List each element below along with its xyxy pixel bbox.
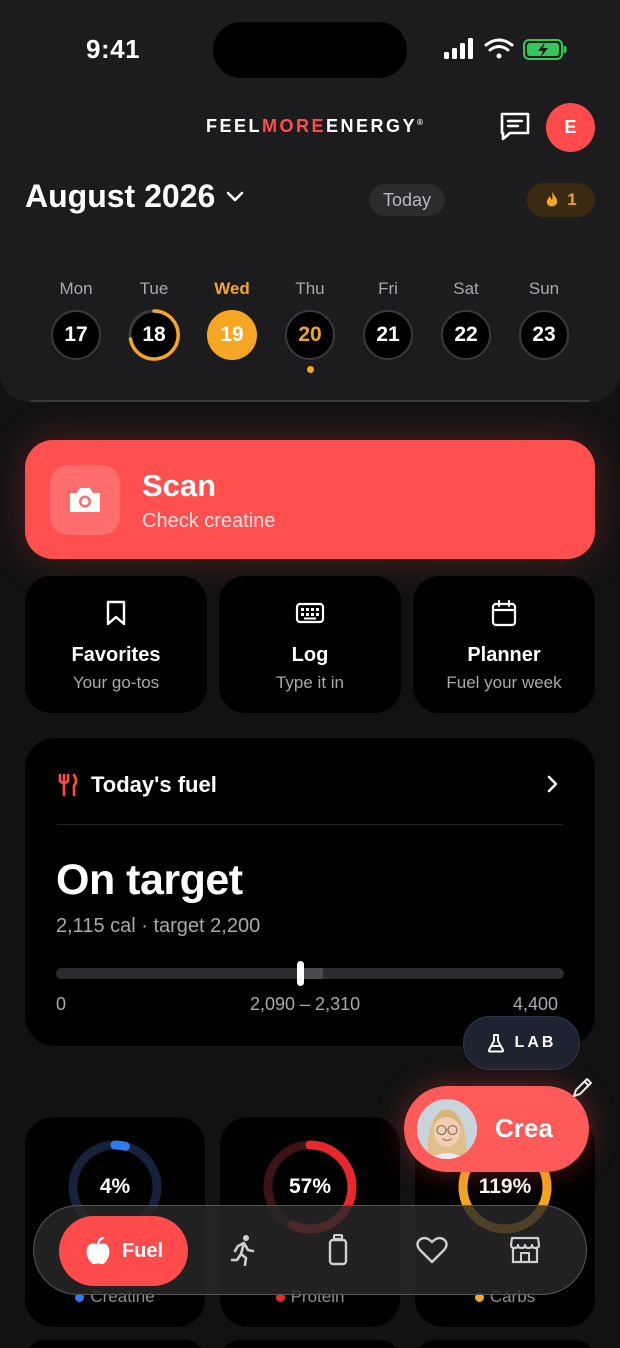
scan-title: Scan — [142, 468, 217, 503]
brand-logo: FEELMOREENERGY® — [206, 116, 426, 136]
tab-fuel[interactable]: Fuel — [59, 1216, 188, 1286]
planner-tile[interactable]: Planner Fuel your week — [413, 576, 595, 713]
keyboard-icon — [295, 598, 325, 628]
macro-percent: 57% — [288, 1175, 332, 1198]
status-time: 9:41 — [86, 34, 141, 64]
lab-button[interactable]: LAB — [463, 1016, 580, 1070]
today-button[interactable]: Today — [369, 184, 446, 216]
scale-min: 0 — [56, 994, 67, 1014]
calorie-marker — [296, 961, 304, 986]
chat-icon — [500, 112, 530, 141]
status-icons — [444, 36, 568, 64]
tile-subtitle: Your go-tos — [72, 673, 160, 692]
divider — [57, 824, 563, 825]
tile-title: Favorites — [71, 644, 161, 666]
messages-button[interactable] — [494, 106, 536, 148]
day-number: 23 — [519, 310, 569, 360]
apple-icon — [86, 1236, 110, 1265]
chevron-right-icon[interactable] — [545, 774, 559, 799]
day-number-text: 18 — [142, 323, 166, 346]
day-number: 19 — [207, 310, 257, 360]
macro-percent: 119% — [478, 1175, 532, 1198]
next-card-peek — [25, 1340, 205, 1348]
favorites-tile[interactable]: Favorites Your go-tos — [25, 576, 207, 713]
flame-icon — [547, 192, 558, 207]
bookmark-icon — [101, 598, 131, 628]
tile-title: Planner — [467, 644, 541, 666]
day-number: 17 — [51, 310, 101, 360]
event-dot — [306, 366, 314, 373]
flask-icon — [487, 1034, 504, 1053]
target-range-label: 2,090 – 2,310 — [250, 994, 361, 1014]
streak-count: 1 — [567, 190, 577, 209]
log-tile[interactable]: Log Type it in — [219, 576, 401, 713]
assistant-button[interactable]: Crea — [404, 1086, 589, 1172]
tile-title: Log — [291, 644, 329, 666]
next-card-peek — [415, 1340, 595, 1348]
scale-max: 4,400 — [513, 994, 559, 1014]
day-number: 21 — [363, 310, 413, 360]
bottle-icon — [328, 1234, 348, 1266]
scan-card[interactable]: Scan Check creatine — [25, 440, 595, 559]
next-card-peek — [220, 1340, 400, 1348]
edit-icon[interactable] — [570, 1076, 594, 1105]
signal-icon — [444, 38, 473, 59]
fuel-header: Today's fuel — [57, 772, 217, 798]
dynamic-island — [213, 22, 407, 78]
tab-activity[interactable] — [225, 1232, 261, 1268]
day-sat[interactable]: Sat 22 — [427, 278, 505, 360]
week-strip: Mon 17 Tue 18 Wed 19 Thu 20 Fri 21 Sat 2… — [37, 278, 583, 388]
day-number: 20 — [285, 310, 335, 360]
store-icon — [509, 1236, 541, 1264]
wifi-icon — [484, 38, 514, 59]
todays-fuel-card[interactable]: Today's fuel On target 2,115 cal · targe… — [25, 738, 595, 1046]
day-number: 18 — [128, 309, 180, 361]
tab-supplements[interactable] — [320, 1232, 356, 1268]
lab-label: LAB — [514, 1034, 557, 1051]
tab-health[interactable] — [414, 1232, 450, 1268]
day-number: 22 — [441, 310, 491, 360]
fork-knife-icon — [58, 773, 78, 797]
calendar-icon — [489, 598, 519, 628]
day-fri[interactable]: Fri 21 — [349, 278, 427, 360]
tab-bar: Fuel — [33, 1205, 587, 1295]
tile-subtitle: Fuel your week — [446, 673, 562, 692]
calorie-bar — [56, 961, 564, 986]
heart-icon — [416, 1236, 448, 1264]
tile-subtitle: Type it in — [275, 673, 345, 692]
month-label: August 2026 — [25, 178, 216, 214]
month-selector[interactable]: August 2026 — [25, 178, 245, 215]
day-mon[interactable]: Mon 17 — [37, 278, 115, 360]
assistant-label: Crea — [495, 1113, 553, 1143]
scan-subtitle: Check creatine — [142, 510, 276, 532]
chevron-down-icon — [226, 191, 244, 201]
macro-percent: 4% — [99, 1175, 131, 1198]
fuel-title: Today's fuel — [91, 772, 217, 797]
tab-fuel-label: Fuel — [121, 1239, 164, 1262]
day-wed[interactable]: Wed 19 — [193, 278, 271, 360]
tab-shop[interactable] — [507, 1232, 543, 1268]
day-thu[interactable]: Thu 20 — [271, 278, 349, 373]
day-sun[interactable]: Sun 23 — [505, 278, 583, 360]
profile-avatar[interactable]: E — [546, 103, 595, 152]
camera-icon — [50, 465, 120, 535]
running-icon — [230, 1235, 255, 1266]
streak-badge[interactable]: 1 — [527, 183, 595, 217]
battery-icon — [523, 39, 567, 60]
calories-summary: 2,115 cal · target 2,200 — [56, 915, 261, 937]
fuel-status: On target — [56, 856, 243, 904]
assistant-avatar — [417, 1099, 477, 1159]
day-tue[interactable]: Tue 18 — [115, 278, 193, 361]
